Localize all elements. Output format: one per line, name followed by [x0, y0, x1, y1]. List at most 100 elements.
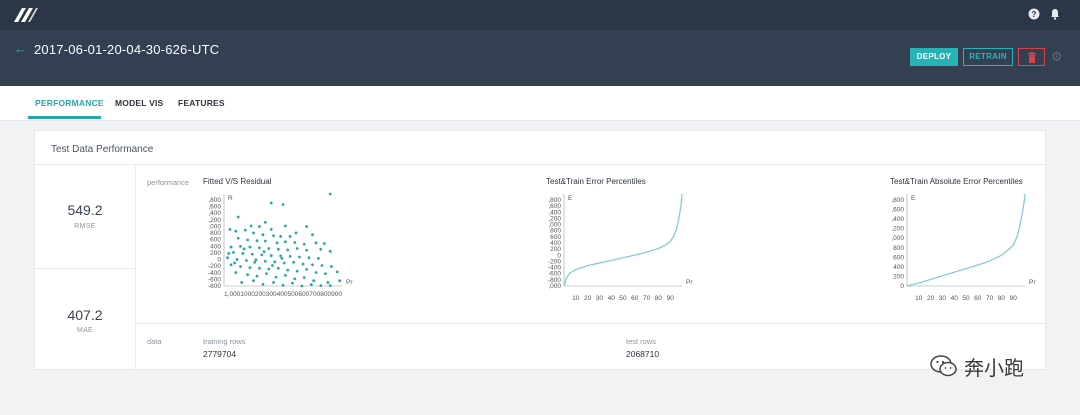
scatter-point — [226, 256, 229, 260]
y-tick-label: -800 — [208, 283, 221, 290]
y-axis-label: E — [568, 195, 573, 202]
retrain-button[interactable]: RETRAIN — [963, 48, 1013, 66]
scatter-point — [255, 239, 259, 243]
scatter-point — [272, 281, 275, 284]
wechat-icon — [930, 355, 957, 377]
scatter-point — [258, 225, 261, 228]
series-line — [563, 193, 683, 287]
x-axis-label: Pr — [346, 279, 353, 286]
x-axis-label: Pr — [1029, 279, 1036, 286]
scatter-point — [305, 248, 308, 252]
scatter-point — [293, 241, 297, 244]
scatter-point — [283, 240, 287, 244]
logo-icon[interactable] — [14, 6, 40, 24]
scatter-point — [335, 270, 339, 274]
data-label: data — [147, 337, 162, 346]
x-tick-label: 10 — [572, 295, 580, 302]
scatter-point — [312, 279, 316, 283]
scatter-point — [280, 257, 284, 260]
scatter-point — [265, 272, 268, 276]
scatter-point — [234, 229, 238, 233]
rmse-value: 549.2 — [67, 202, 103, 218]
scatter-point — [246, 238, 249, 242]
scatter-point — [281, 283, 285, 287]
divider — [35, 268, 135, 269]
scatter-point — [326, 281, 330, 284]
scatter-point — [311, 233, 314, 237]
scatter-point — [281, 203, 285, 207]
scatter-point — [272, 234, 275, 238]
x-tick-label: 10 — [915, 295, 923, 302]
x-tick-label: 70 — [986, 295, 994, 302]
scatter-point — [301, 262, 305, 266]
scatter-point — [235, 258, 239, 261]
x-tick-label: 80 — [655, 295, 663, 302]
scatter-point — [275, 241, 279, 245]
scatter-point — [252, 231, 255, 235]
y-tick-label: ,800 — [891, 197, 904, 204]
scatter-point — [236, 215, 240, 219]
scatter-point — [263, 259, 267, 263]
delete-button[interactable] — [1018, 48, 1045, 66]
x-tick-label: 40 — [608, 295, 616, 302]
watermark: 奔小跑 — [930, 352, 1024, 380]
scatter-point — [233, 261, 237, 265]
top-bar: ? — [0, 0, 1080, 30]
trash-icon — [1027, 52, 1036, 63]
back-arrow-icon[interactable]: ← — [14, 41, 27, 56]
scatter-point — [288, 254, 292, 258]
gear-icon[interactable]: ⚙ — [1051, 49, 1063, 65]
scatter-point — [305, 225, 308, 228]
y-tick-label: 600 — [893, 254, 904, 261]
error-percentiles-chart: EPr,800,600,400,200,0008006004002000-200… — [548, 193, 693, 302]
scatter-point — [286, 248, 290, 252]
card-title: Test Data Performance — [51, 144, 154, 155]
scatter-point — [314, 241, 318, 245]
chart-title-fitted-residual: Fitted V/S Residual — [203, 177, 272, 186]
scatter-point — [239, 244, 242, 248]
bell-icon[interactable] — [1048, 8, 1062, 22]
scatter-point — [246, 273, 249, 277]
help-icon[interactable]: ? — [1027, 8, 1041, 22]
test-rows-label: test rows — [626, 337, 657, 346]
scatter-point — [314, 271, 318, 274]
scatter-point — [305, 267, 308, 271]
y-tick-label: ,600 — [891, 207, 904, 214]
scatter-point — [243, 228, 247, 232]
scatter-point — [253, 260, 257, 264]
scatter-point — [302, 276, 306, 279]
scatter-point — [319, 247, 323, 251]
rmse-label: RMSE — [74, 223, 96, 230]
scatter-point — [267, 247, 271, 250]
tab-features[interactable]: FEATURES — [178, 98, 225, 108]
x-axis-label: Pr — [686, 279, 693, 286]
scatter-point — [273, 260, 277, 264]
y-tick-label: 800 — [893, 245, 904, 252]
tab-model-vis[interactable]: MODEL VIS — [115, 98, 163, 108]
scatter-point — [322, 242, 326, 245]
x-tick-label: 50 — [619, 295, 627, 302]
scatter-point — [269, 227, 273, 231]
deploy-button[interactable]: DEPLOY — [910, 48, 958, 66]
scatter-point — [324, 272, 327, 276]
scatter-point — [298, 255, 301, 259]
scatter-point — [228, 227, 232, 231]
x-tick-label: 90 — [667, 295, 675, 302]
mae-label: MAE — [76, 327, 94, 334]
scatter-point — [232, 250, 235, 254]
scatter-point — [269, 254, 273, 257]
scatter-point — [274, 275, 278, 279]
scatter-point — [307, 256, 311, 260]
scatter-point — [311, 263, 314, 267]
y-axis-label: E — [911, 195, 916, 202]
scatter-point — [320, 264, 324, 267]
scatter-point — [248, 245, 252, 249]
svg-text:?: ? — [1032, 10, 1037, 19]
scatter-point — [267, 267, 271, 271]
scatter-point — [260, 253, 264, 257]
scatter-point — [283, 224, 287, 228]
tab-performance[interactable]: PERFORMANCE — [35, 98, 104, 108]
mae-value: 407.2 — [67, 307, 103, 323]
x-tick-label: 1,0001000200300400500600700800900 — [224, 291, 342, 298]
x-tick-label: 30 — [939, 295, 947, 302]
